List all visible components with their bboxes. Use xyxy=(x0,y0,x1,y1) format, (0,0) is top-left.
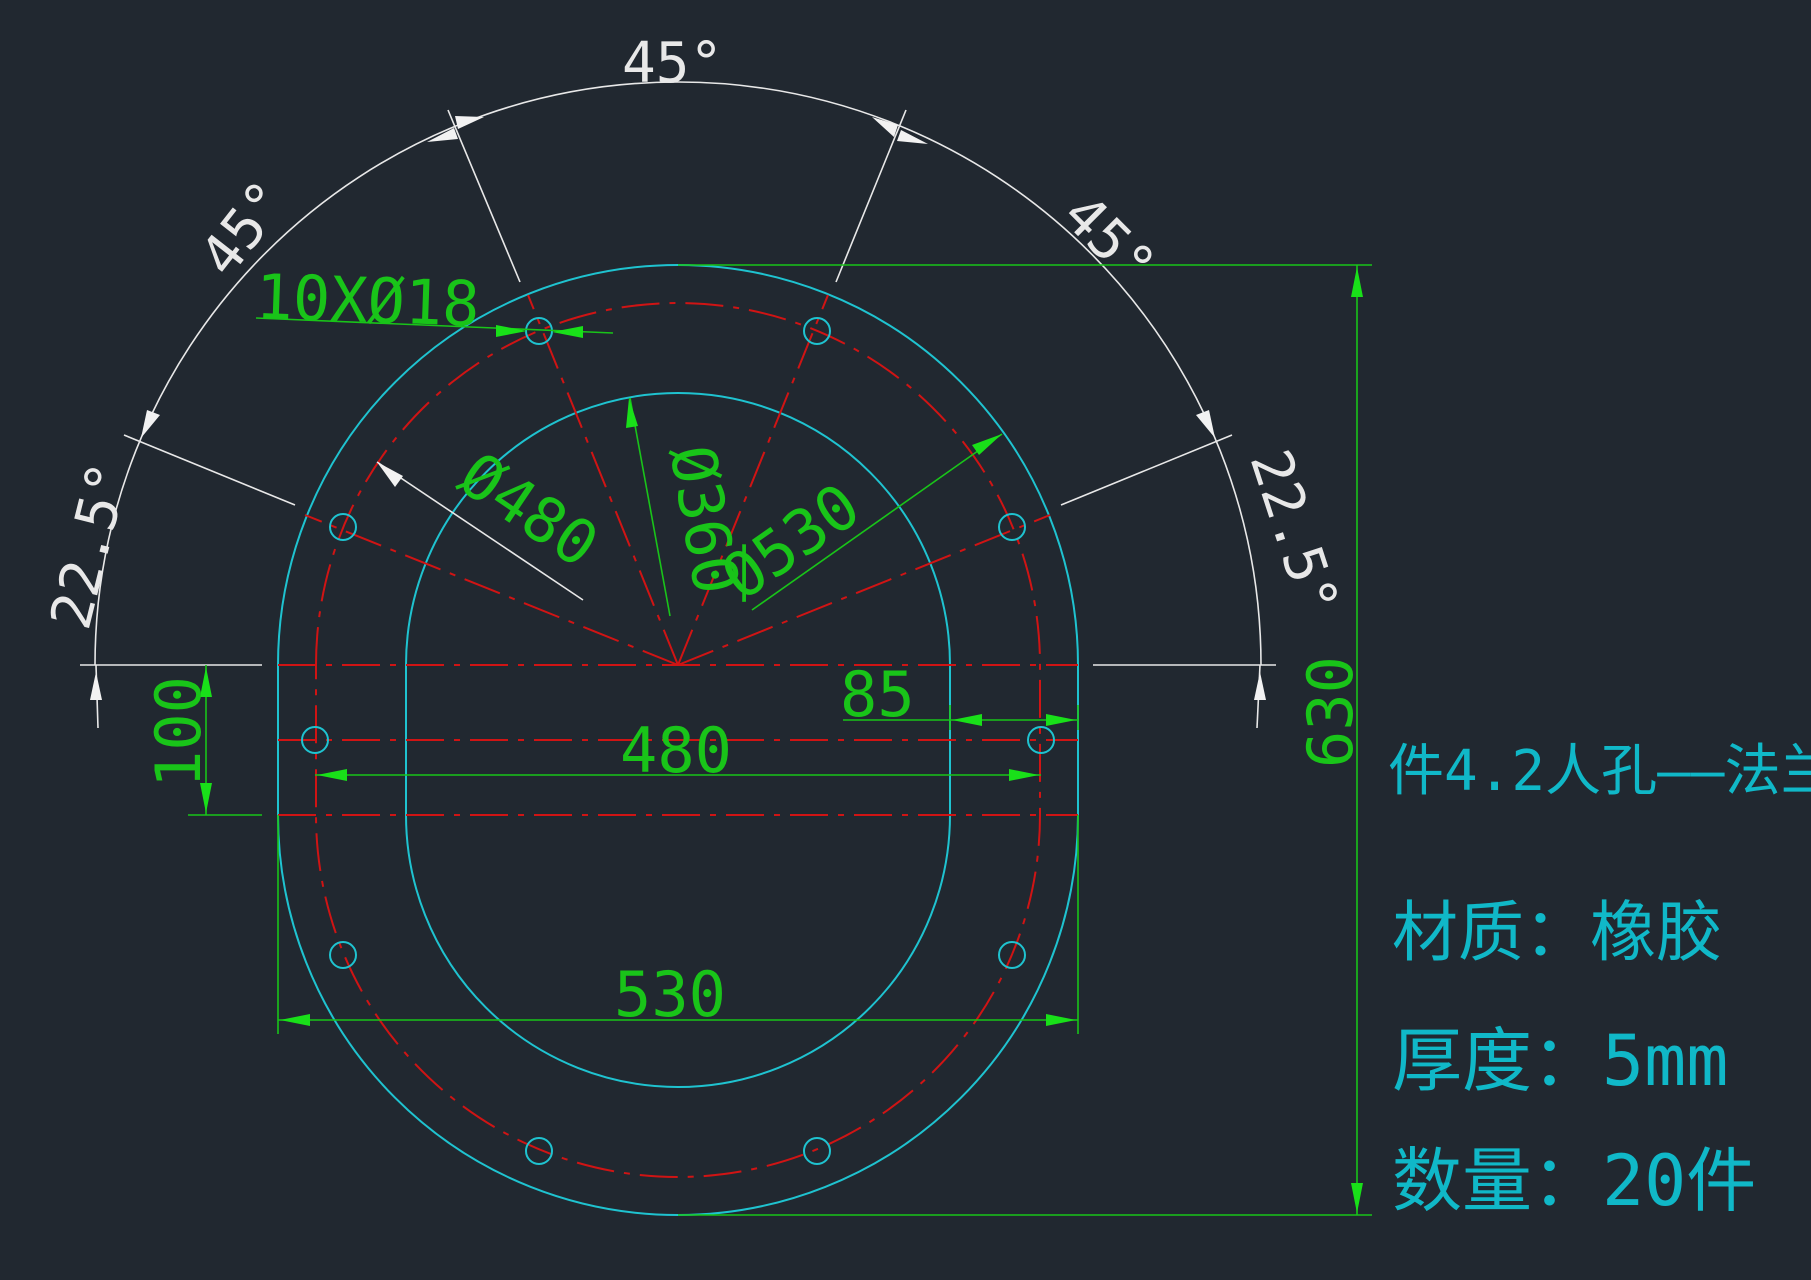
thickness-note: 厚度：5mm xyxy=(1392,1020,1728,1102)
angle-extension xyxy=(835,109,907,283)
bolt-hole xyxy=(525,1137,553,1165)
material-note: 材质：橡胶 xyxy=(1392,894,1722,971)
angle-arrow xyxy=(897,130,928,144)
dim-arrow xyxy=(377,462,403,487)
dim-arrow xyxy=(1351,267,1363,297)
dim-530-label: 530 xyxy=(614,958,726,1031)
angle-arrow xyxy=(90,672,102,700)
angle-extension xyxy=(447,109,521,283)
dim-630-label: 630 xyxy=(1294,656,1367,768)
dim-arrow xyxy=(952,714,982,726)
linear-dimensions: 10XØ18 Ø480 Ø360 Ø530 85 100 480 530 630 xyxy=(142,260,1372,1216)
part-title: 件4.2人孔——法兰 xyxy=(1388,739,1811,804)
dim-arrow xyxy=(317,769,347,781)
dim-arrow xyxy=(626,398,638,428)
angle-extension xyxy=(123,434,296,506)
angle-arrow xyxy=(455,116,484,129)
notes-block: 件4.2人孔——法兰 材质：橡胶 厚度：5mm 数量：20件 xyxy=(1388,739,1811,1222)
angle-arrow xyxy=(1254,672,1266,700)
angle-label-right: 22.5° xyxy=(1237,442,1351,622)
dim-arrow xyxy=(1009,769,1039,781)
radial-line-3 xyxy=(304,514,679,666)
dim-arrow xyxy=(496,325,527,337)
angle-arrow xyxy=(1196,410,1215,438)
angle-arrow xyxy=(427,128,458,142)
angle-arrow xyxy=(141,410,160,438)
dim-100-label: 100 xyxy=(142,676,215,788)
hole-callout-label: 10XØ18 xyxy=(254,260,480,341)
angle-extension xyxy=(1060,434,1233,506)
dim-arrow xyxy=(1046,1014,1076,1026)
angle-dimensions: 45° 45° 45° 22.5° 22.5° xyxy=(39,31,1351,729)
angle-label-left: 22.5° xyxy=(39,456,143,635)
quantity-note: 数量：20件 xyxy=(1392,1140,1756,1222)
bolt-hole xyxy=(803,1137,831,1165)
angle-label-top: 45° xyxy=(622,31,723,96)
dim-arrow xyxy=(280,1014,310,1026)
cad-drawing: 45° 45° 45° 22.5° 22.5° 10XØ18 Ø480 Ø360… xyxy=(39,31,1811,1222)
angle-label-upper-right: 45° xyxy=(1050,182,1167,299)
dim-85-label: 85 xyxy=(840,658,915,731)
dia-480-label: Ø480 xyxy=(447,438,612,582)
bolt-hole xyxy=(329,941,357,969)
dim-480-label: 480 xyxy=(620,714,732,787)
dim-arrow xyxy=(1351,1183,1363,1213)
dia-360-leader xyxy=(629,397,671,617)
dim-arrow xyxy=(1046,714,1076,726)
dim-arrow xyxy=(552,326,583,338)
